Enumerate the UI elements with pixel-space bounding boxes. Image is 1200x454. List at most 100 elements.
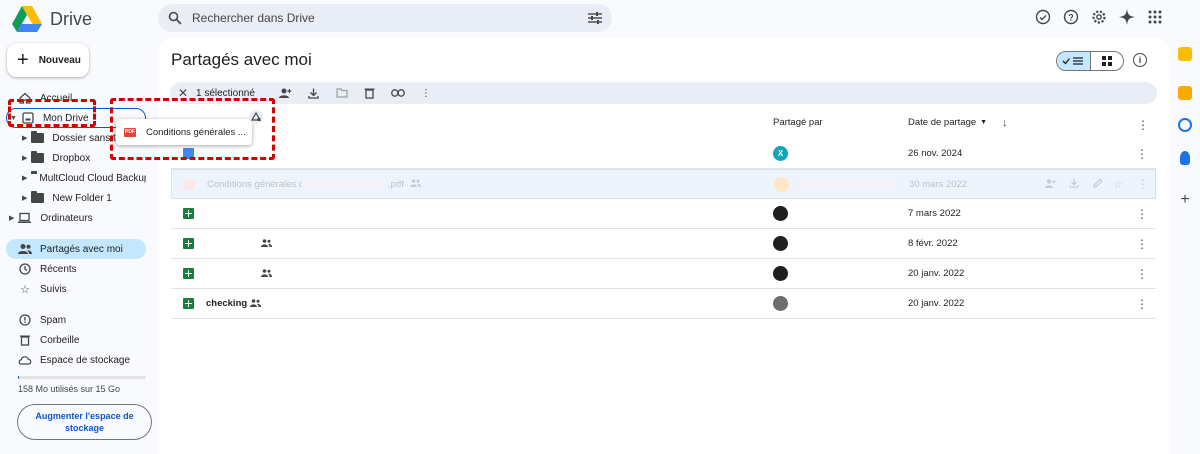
page-title: Partagés avec moi bbox=[171, 50, 312, 69]
column-options-more-icon[interactable]: ⋮ bbox=[1137, 118, 1149, 132]
avatar[interactable] bbox=[773, 206, 788, 221]
help-icon[interactable]: ? bbox=[1062, 8, 1080, 26]
sidebar-item-label: Espace de stockage bbox=[40, 354, 131, 366]
column-header-share-date[interactable]: Date de partage ▼ bbox=[908, 117, 987, 128]
row-more-icon[interactable]: ⋮ bbox=[1136, 297, 1148, 311]
download-icon[interactable] bbox=[307, 86, 321, 100]
check-list-icon bbox=[1062, 57, 1084, 65]
search-options-icon[interactable] bbox=[588, 12, 602, 24]
more-actions-icon[interactable]: ⋮ bbox=[419, 86, 433, 100]
row-more-icon[interactable]: ⋮ bbox=[1136, 267, 1148, 281]
drag-chip[interactable]: PDF Conditions générales ... bbox=[116, 119, 252, 145]
spam-icon bbox=[18, 313, 32, 327]
search-input[interactable]: Rechercher dans Drive bbox=[192, 11, 588, 25]
selection-count: 1 sélectionné bbox=[196, 87, 255, 99]
sort-dropdown-icon[interactable]: ▼ bbox=[980, 119, 987, 126]
redacted-text bbox=[302, 179, 386, 189]
avatar[interactable] bbox=[774, 176, 789, 192]
offline-status-icon[interactable] bbox=[1034, 8, 1052, 26]
sidebar-item-shared-with-me[interactable]: Partagés avec moi bbox=[6, 239, 146, 259]
sidebar-folder-new-folder-1[interactable]: ▶ New Folder 1 bbox=[6, 188, 146, 208]
share-date: 26 nov. 2024 bbox=[908, 148, 963, 159]
redacted-text bbox=[796, 179, 896, 189]
search-icon[interactable] bbox=[168, 11, 182, 25]
row-more-icon[interactable]: ⋮ bbox=[1136, 207, 1148, 221]
contacts-app-icon[interactable] bbox=[1180, 151, 1190, 165]
file-name: Conditions générales d bbox=[207, 178, 305, 190]
storage-usage-text: 158 Mo utilisés sur 15 Go bbox=[18, 384, 121, 394]
tasks-app-icon[interactable] bbox=[1178, 118, 1192, 132]
expand-caret-icon[interactable]: ▶ bbox=[22, 154, 27, 162]
sidebar-item-recent[interactable]: Récents bbox=[6, 259, 146, 279]
sidebar-item-trash[interactable]: Corbeille bbox=[6, 330, 146, 350]
sidebar-item-spam[interactable]: Spam bbox=[6, 310, 146, 330]
add-star-icon[interactable]: ☆ bbox=[1113, 178, 1123, 191]
expand-caret-icon[interactable]: ▶ bbox=[9, 214, 14, 222]
google-sheets-icon bbox=[183, 208, 194, 219]
file-extension: .pdf bbox=[388, 178, 404, 190]
selection-toolbar: ✕ 1 sélectionné ⋮ bbox=[170, 82, 1157, 104]
avatar[interactable]: X bbox=[773, 146, 788, 161]
column-header-shared-by[interactable]: Partagé par bbox=[773, 117, 823, 128]
storage-usage-fill bbox=[18, 376, 20, 379]
grid-view-button[interactable] bbox=[1091, 52, 1124, 70]
sidebar-item-computers[interactable]: ▶ Ordinateurs bbox=[6, 208, 146, 228]
table-row[interactable]: 8 févr. 2022 ⋮ bbox=[171, 229, 1156, 259]
gemini-sparkle-icon[interactable] bbox=[1118, 8, 1136, 26]
sidebar-item-label: Spam bbox=[40, 314, 67, 326]
calendar-app-icon[interactable] bbox=[1178, 47, 1192, 61]
delete-trash-icon[interactable] bbox=[363, 86, 377, 100]
view-toggle[interactable] bbox=[1056, 51, 1124, 71]
expand-caret-icon[interactable]: ▶ bbox=[22, 194, 27, 202]
share-add-person-icon[interactable] bbox=[1045, 178, 1056, 190]
settings-gear-icon[interactable] bbox=[1090, 8, 1108, 26]
move-drop-icon bbox=[249, 110, 263, 124]
row-more-icon[interactable]: ⋮ bbox=[1136, 147, 1148, 161]
table-row-selected[interactable]: Conditions générales d .pdf 30 mars 2022… bbox=[171, 169, 1156, 199]
shared-people-icon bbox=[261, 238, 272, 249]
row-more-icon[interactable]: ⋮ bbox=[1137, 177, 1149, 191]
avatar[interactable] bbox=[773, 236, 788, 251]
avatar[interactable] bbox=[773, 266, 788, 281]
pdf-file-icon: PDF bbox=[124, 127, 136, 137]
storage-usage-bar bbox=[18, 376, 146, 379]
shared-people-icon bbox=[410, 179, 421, 189]
sidebar-item-storage[interactable]: Espace de stockage bbox=[6, 350, 146, 370]
table-row[interactable]: 7 mars 2022 ⋮ bbox=[171, 199, 1156, 229]
apps-grid-icon[interactable] bbox=[1146, 8, 1164, 26]
row-more-icon[interactable]: ⋮ bbox=[1136, 237, 1148, 251]
keep-app-icon[interactable] bbox=[1178, 86, 1192, 100]
upgrade-storage-button[interactable]: Augmenter l'espace de stockage bbox=[17, 404, 152, 440]
sort-direction-arrow-icon[interactable]: ↓ bbox=[1002, 117, 1008, 129]
clock-icon bbox=[18, 262, 32, 276]
trash-icon bbox=[18, 333, 32, 347]
svg-text:?: ? bbox=[1068, 13, 1074, 23]
expand-caret-icon[interactable]: ▶ bbox=[22, 174, 27, 182]
table-row[interactable]: X 26 nov. 2024 ⋮ bbox=[171, 139, 1156, 169]
search-bar[interactable]: Rechercher dans Drive bbox=[158, 4, 612, 32]
copy-link-icon[interactable] bbox=[391, 86, 405, 100]
avatar[interactable] bbox=[773, 296, 788, 311]
expand-caret-icon[interactable]: ▶ bbox=[22, 134, 27, 142]
sidebar-item-starred[interactable]: ☆ Suivis bbox=[6, 279, 146, 299]
file-name: checking bbox=[206, 298, 248, 309]
share-add-person-icon[interactable] bbox=[279, 86, 293, 100]
google-sheets-icon bbox=[183, 298, 194, 309]
share-date: 20 janv. 2022 bbox=[908, 298, 965, 309]
folder-icon bbox=[31, 131, 45, 143]
move-to-folder-icon[interactable] bbox=[335, 86, 349, 100]
sidebar-item-label: New Folder 1 bbox=[52, 192, 112, 204]
add-ons-plus-icon[interactable]: + bbox=[1178, 192, 1192, 208]
download-icon[interactable] bbox=[1069, 178, 1079, 190]
table-row[interactable]: checking 20 janv. 2022 ⋮ bbox=[171, 289, 1156, 319]
top-actions: ? bbox=[1034, 8, 1164, 26]
rename-edit-icon[interactable] bbox=[1093, 178, 1103, 190]
info-icon[interactable]: i bbox=[1133, 53, 1147, 67]
table-row[interactable]: 20 janv. 2022 ⋮ bbox=[171, 259, 1156, 289]
shared-people-icon bbox=[261, 268, 272, 279]
sidebar-folder-multcloud[interactable]: ▶ MultCloud Cloud Backup bbox=[6, 168, 146, 188]
drop-target-highlight bbox=[8, 99, 96, 127]
folder-icon bbox=[31, 151, 45, 163]
list-view-button[interactable] bbox=[1057, 52, 1091, 70]
google-sheets-icon bbox=[183, 238, 194, 249]
